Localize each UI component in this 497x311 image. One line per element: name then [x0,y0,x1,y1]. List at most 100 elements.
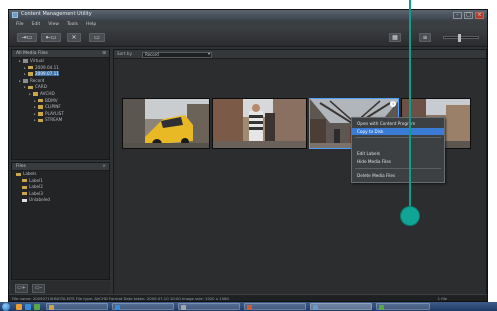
folder-icon [33,92,38,96]
folder-tree-item-label: Virtual [30,58,44,63]
grid-view-button[interactable]: ▦ [389,33,401,42]
label-tag-icon [16,172,21,176]
app-icon [312,304,318,310]
remove-label-button[interactable]: ▭– [32,284,45,293]
zoom-slider-knob[interactable] [458,34,461,42]
status-file-info: File name: 20090710HNOTA.MTS File type: … [12,296,229,301]
grid-view-icon: ▦ [392,34,398,41]
menu-file[interactable]: File [12,21,28,29]
callout-pointer-line [409,0,411,216]
folder-tree-header-label: All Media Files [16,51,48,56]
window-icon [180,304,186,310]
context-open-with[interactable]: Open with Content Program [352,120,444,127]
label-item[interactable]: Label3 [12,191,109,198]
context-separator [355,137,441,138]
app-window: Content Management Utility – □ × File Ed… [8,9,488,302]
label-item[interactable]: Labels [12,171,109,178]
taskbar-window-3[interactable] [178,303,240,310]
remove-label-icon: ▭– [34,285,43,291]
minimize-button[interactable]: – [453,12,462,19]
browser-icon[interactable] [25,303,31,310]
window-title: Content Management Utility [21,11,92,17]
thumbnail-2[interactable] [212,98,307,149]
folder-tree-item[interactable]: ▸ CLIPINF [12,104,109,111]
thumbnail-1[interactable] [122,98,210,149]
labels-pane: Files × Labels Label1 Label2 Label3 Unlabele… [11,162,110,280]
start-button[interactable] [2,302,10,311]
properties-button[interactable]: ▭ [89,33,105,42]
delete-button[interactable]: ✕ [67,33,81,42]
folder-tree-item[interactable]: ▸ PLAYLIST [12,111,109,118]
folder-icon [38,118,43,123]
export-button[interactable]: ⇤▭ [41,33,61,42]
minimize-icon: – [456,12,459,18]
taskbar-window-1[interactable] [46,303,108,310]
callout-marker [400,206,420,226]
folder-tree-item[interactable]: ▸ Record [12,78,109,85]
folder-icon [38,112,43,116]
label-tag-icon [22,179,27,183]
folder-tree-item-label: 2009.07.11 [35,71,59,77]
taskbar-window-2[interactable] [112,303,174,310]
sort-dropdown[interactable]: Record ▾ [142,51,212,58]
menu-view[interactable]: View [44,21,63,29]
label-item-text: Label1 [29,177,43,183]
taskbar-window-4[interactable] [244,303,306,310]
window-icon [378,304,384,310]
taskbar-window-active[interactable] [310,303,372,310]
window-icon [246,304,252,310]
maximize-button[interactable]: □ [464,12,473,19]
label-item-text: Label2 [29,184,43,190]
context-edit-labels[interactable]: Edit Labels [352,150,444,157]
folder-tree-item[interactable]: ▸ STREAM [12,117,109,124]
list-view-button[interactable]: ≡ [419,33,431,42]
label-tag-icon [22,192,27,196]
context-menu: Open with Content Program Copy to Disk E… [351,117,445,183]
chevron-down-icon: ▾ [207,51,210,56]
import-icon: ⇥▭ [21,34,33,41]
label-item[interactable]: Unlabeled [12,197,109,204]
taskbar-window-6[interactable] [376,303,430,310]
folder-icon [28,65,33,70]
context-copy-to-disk[interactable]: Copy to Disk [352,128,444,135]
folder-tree-item-label: BDMV [45,97,58,103]
menu-edit[interactable]: Edit [28,21,45,29]
context-hide-media-files[interactable]: Hide Media Files [352,158,444,165]
explorer-icon[interactable] [16,303,22,310]
label-item[interactable]: Label1 [12,178,109,185]
title-bar: Content Management Utility – □ × [9,10,487,21]
media-icon[interactable] [34,303,40,310]
menu-tools[interactable]: Tools [63,21,82,29]
sort-bar: Sort by Record ▾ [114,50,486,59]
toolbar: ⇥▭ ⇤▭ ✕ ▭ ▦ ≡ [9,29,487,47]
folder-tree-item[interactable]: ▸ Virtual [12,58,109,65]
zoom-slider[interactable] [443,34,479,42]
folder-icon [28,72,33,76]
drive-icon [23,59,28,63]
drive-icon [23,79,28,83]
label-tag-icon [22,185,27,189]
folder-tree-item[interactable]: ▸ CARD [12,84,109,91]
folder-tree-item[interactable]: ▸ 2009.07.11 [12,71,109,78]
window-icon [114,304,120,310]
folder-tree-item[interactable]: ▸ BDMV [12,98,109,105]
folder-icon [48,304,54,310]
import-button[interactable]: ⇥▭ [17,33,37,42]
folder-icon [38,98,43,103]
folder-tree-item[interactable]: ▸ AVCHD [12,91,109,98]
folder-icon [28,85,33,90]
close-pane-icon[interactable]: × [102,163,106,170]
menu-help[interactable]: Help [82,21,100,29]
thumbnail-1-image [123,99,209,148]
maximize-icon: □ [466,12,471,18]
label-item[interactable]: Label2 [12,184,109,191]
folder-tree-item[interactable]: ▸ 2009.04.11 [12,65,109,72]
labels-header-label: Files [16,164,26,169]
folder-tree-item-label: Record [30,77,45,83]
context-delete-media-files[interactable]: Delete Media Files [352,172,444,179]
add-label-button[interactable]: ▭+ [15,284,28,293]
taskbar [0,302,497,311]
pin-icon[interactable]: ⊞ [102,50,106,57]
close-button[interactable]: × [475,12,484,19]
window-controls: – □ × [453,12,484,19]
